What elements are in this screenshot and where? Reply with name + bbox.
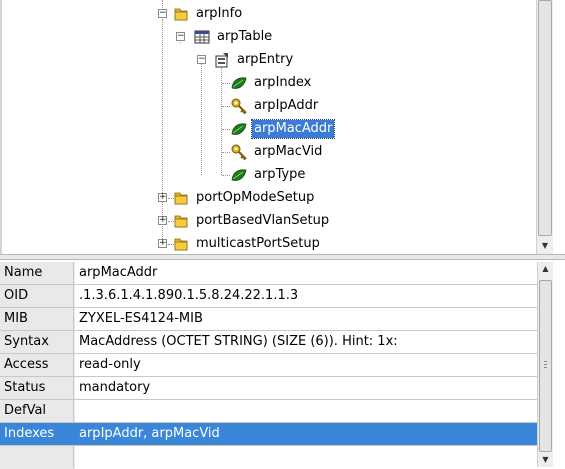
tree-node-label: multicastPortSetup: [196, 236, 320, 251]
table-row[interactable]: Status mandatory: [0, 377, 537, 400]
property-name: MIB: [0, 308, 74, 330]
tree-node-arpipaddr[interactable]: arpIpAddr: [231, 96, 320, 116]
property-value: mandatory: [79, 380, 151, 395]
tree-node-arpmacvid[interactable]: arpMacVid: [231, 142, 324, 162]
tree-node-arpmacaddr[interactable]: arpMacAddr: [231, 119, 336, 139]
leaf-icon: [231, 169, 247, 181]
table-row[interactable]: DefVal: [0, 400, 537, 423]
tree-node-label: arpTable: [217, 29, 273, 44]
tree-node-arpentry[interactable]: arpEntry: [214, 50, 295, 70]
tree-node-arpinfo[interactable]: arpInfo: [173, 4, 244, 24]
property-value: .1.3.6.1.4.1.890.1.5.8.24.22.1.1.3: [79, 288, 299, 303]
property-name: Syntax: [0, 331, 74, 353]
property-value: [75, 400, 537, 422]
tree-connector: [222, 106, 230, 107]
tree-connector: [222, 129, 230, 130]
tree-node-label: arpEntry: [237, 52, 294, 67]
property-value: arpIpAddr, arpMacVid: [79, 426, 220, 441]
key-icon: [231, 98, 247, 114]
table-row[interactable]: Name arpMacAddr: [0, 262, 537, 285]
property-name: Status: [0, 377, 74, 399]
property-name: Access: [0, 354, 74, 376]
collapse-toggle[interactable]: −: [176, 32, 185, 41]
mib-tree-pane[interactable]: − − − + + + arpInfo arpTable arpEntry ar…: [0, 0, 565, 254]
property-value: read-only: [79, 357, 141, 372]
table-row[interactable]: Access read-only: [0, 354, 537, 377]
table-icon: [194, 30, 210, 44]
pane-border: [0, 0, 2, 254]
property-value: arpMacAddr: [79, 265, 158, 280]
tree-node-label: arpIndex: [254, 75, 312, 90]
properties-scrollbar[interactable]: ▲ ▼: [537, 262, 553, 467]
property-value: [75, 446, 537, 468]
collapse-toggle[interactable]: −: [158, 9, 167, 18]
key-icon: [231, 144, 247, 160]
tree-node-portopmodesetup[interactable]: portOpModeSetup: [173, 188, 316, 208]
tree-node-arpindex[interactable]: arpIndex: [231, 73, 313, 93]
tree-node-label: portOpModeSetup: [196, 190, 315, 205]
tree-connector: [222, 175, 230, 176]
tree-node-label: arpInfo: [196, 6, 243, 21]
expand-toggle[interactable]: +: [158, 216, 167, 225]
expand-toggle[interactable]: +: [158, 239, 167, 248]
collapse-toggle[interactable]: −: [197, 55, 206, 64]
folder-icon: [174, 8, 188, 21]
leaf-icon: [231, 123, 247, 135]
scroll-down-icon[interactable]: ▼: [538, 454, 553, 466]
tree-connector: [222, 83, 230, 84]
folder-icon: [174, 215, 188, 228]
pane-splitter[interactable]: [0, 254, 565, 260]
tree-node-label: arpMacVid: [254, 144, 323, 159]
table-row[interactable]: OID .1.3.6.1.4.1.890.1.5.8.24.22.1.1.3: [0, 285, 537, 308]
table-row[interactable]: [0, 446, 537, 469]
scroll-down-icon[interactable]: ▼: [537, 240, 553, 252]
leaf-icon: [231, 77, 247, 89]
tree-scrollbar[interactable]: ▼: [536, 0, 553, 254]
grip-line: [544, 361, 547, 362]
tree-node-label: arpIpAddr: [254, 98, 319, 113]
grip-line: [544, 367, 547, 368]
tree-node-arptype[interactable]: arpType: [231, 165, 307, 185]
tree-node-arptable[interactable]: arpTable: [194, 27, 274, 47]
table-row[interactable]: Syntax MacAddress (OCTET STRING) (SIZE (…: [0, 331, 537, 354]
tree-connector: [221, 63, 222, 175]
scroll-up-icon[interactable]: ▲: [538, 263, 553, 275]
property-name: [0, 446, 74, 468]
tree-node-portbasedvlansetup[interactable]: portBasedVlanSetup: [173, 211, 331, 231]
property-name: OID: [0, 285, 74, 307]
tree-node-label: arpMacAddr: [250, 119, 336, 139]
table-row[interactable]: MIB ZYXEL-ES4124-MIB: [0, 308, 537, 331]
entry-icon: [215, 53, 228, 68]
property-value: MacAddress (OCTET STRING) (SIZE (6)). Hi…: [79, 334, 398, 349]
tree-connector: [201, 64, 202, 175]
grip-line: [544, 364, 547, 365]
tree-connector: [222, 152, 230, 153]
property-name: Indexes: [0, 423, 74, 445]
folder-icon: [174, 192, 188, 205]
property-name: DefVal: [0, 400, 74, 422]
table-row-selected[interactable]: Indexes arpIpAddr, arpMacVid: [0, 423, 537, 446]
expand-toggle[interactable]: +: [158, 193, 167, 202]
tree-connector: [162, 0, 163, 8]
scrollbar-thumb[interactable]: [539, 280, 552, 452]
property-name: Name: [0, 262, 74, 284]
tree-node-multicastportsetup[interactable]: multicastPortSetup: [173, 234, 322, 254]
folder-icon: [174, 238, 188, 251]
tree-connector: [162, 19, 163, 245]
tree-node-label: portBasedVlanSetup: [196, 213, 330, 228]
tree-node-label: arpType: [254, 167, 306, 182]
property-value: ZYXEL-ES4124-MIB: [79, 311, 203, 326]
scrollbar-thumb[interactable]: [538, 0, 552, 236]
